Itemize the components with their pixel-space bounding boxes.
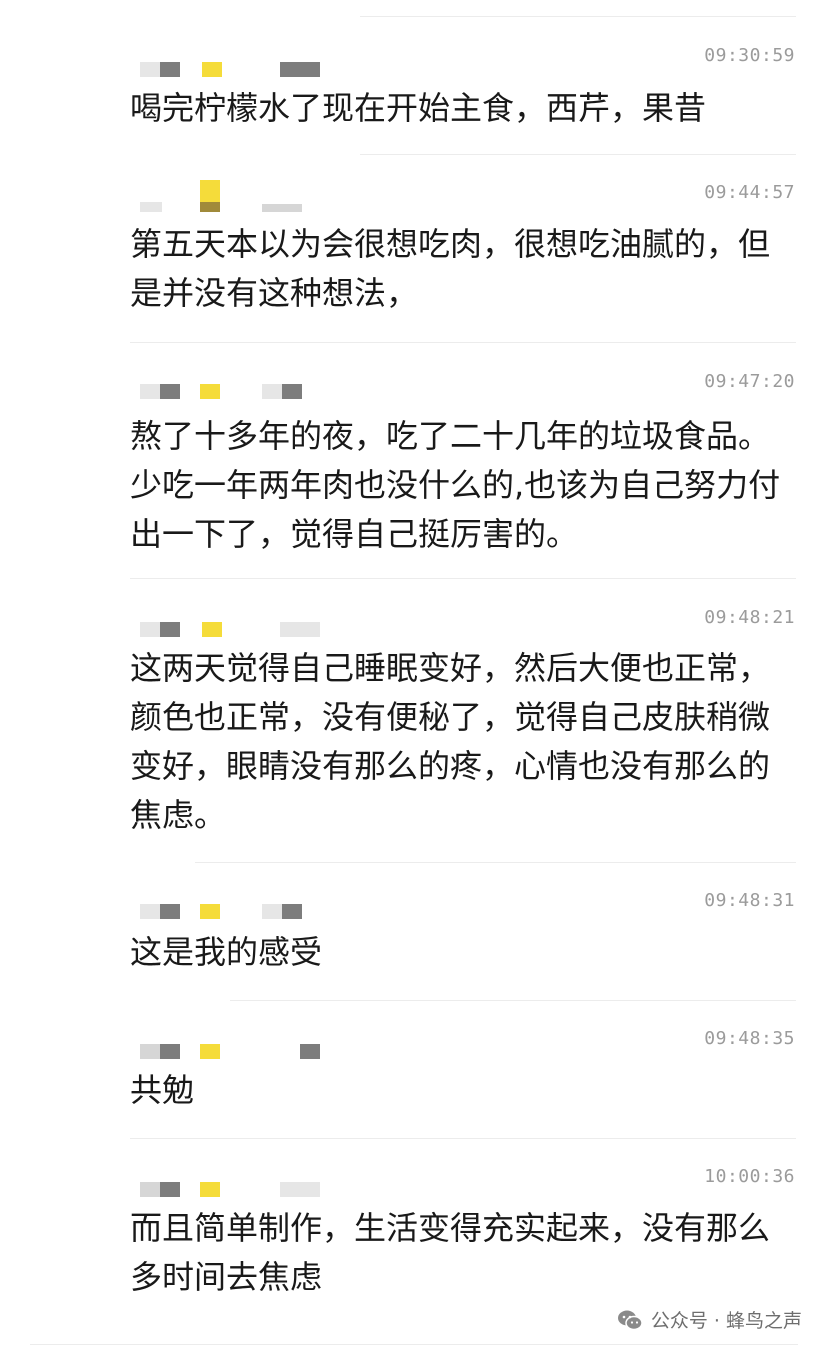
message-timestamp: 09:30:59 bbox=[704, 45, 795, 66]
message-text[interactable]: 这两天觉得自己睡眠变好，然后大便也正常，颜色也正常，没有便秘了，觉得自己皮肤稍微… bbox=[130, 644, 790, 840]
sender-name-pixelated bbox=[140, 180, 330, 212]
message-timestamp: 10:00:36 bbox=[704, 1166, 795, 1187]
message-text[interactable]: 这是我的感受 bbox=[130, 928, 790, 977]
message-timestamp: 09:44:57 bbox=[704, 182, 795, 203]
message-divider bbox=[195, 862, 796, 863]
message-text[interactable]: 共勉 bbox=[130, 1066, 790, 1115]
message-timestamp: 09:48:21 bbox=[704, 607, 795, 628]
message-divider bbox=[360, 16, 796, 17]
message-divider bbox=[130, 578, 796, 579]
message-divider bbox=[360, 154, 796, 155]
sender-name-pixelated bbox=[140, 1180, 330, 1198]
message-timestamp: 09:48:35 bbox=[704, 1028, 795, 1049]
watermark-text: 公众号 · 蜂鸟之声 bbox=[650, 1310, 802, 1332]
wechat-icon bbox=[617, 1310, 643, 1330]
message-text[interactable]: 第五天本以为会很想吃肉，很想吃油腻的，但是并没有这种想法， bbox=[130, 220, 790, 318]
message-divider bbox=[230, 1000, 796, 1001]
sender-name-pixelated bbox=[140, 620, 330, 638]
watermark: 公众号 · 蜂鸟之声 bbox=[617, 1306, 802, 1333]
message-timestamp: 09:47:20 bbox=[704, 371, 795, 392]
message-divider bbox=[30, 1344, 798, 1345]
message-text[interactable]: 而且简单制作，生活变得充实起来，没有那么多时间去焦虑 bbox=[130, 1204, 790, 1302]
sender-name-pixelated bbox=[140, 382, 330, 400]
sender-name-pixelated bbox=[140, 60, 330, 78]
message-text[interactable]: 喝完柠檬水了现在开始主食，西芹，果昔 bbox=[130, 84, 790, 133]
message-text[interactable]: 熬了十多年的夜，吃了二十几年的垃圾食品。少吃一年两年肉也没什么的,也该为自己努力… bbox=[130, 412, 790, 559]
sender-name-pixelated bbox=[140, 1042, 330, 1060]
message-divider bbox=[130, 342, 796, 343]
sender-name-pixelated bbox=[140, 902, 330, 920]
message-timestamp: 09:48:31 bbox=[704, 890, 795, 911]
chat-log: 09:30:59 喝完柠檬水了现在开始主食，西芹，果昔 09:44:57 第五天… bbox=[0, 0, 828, 1353]
message-divider bbox=[130, 1138, 796, 1139]
